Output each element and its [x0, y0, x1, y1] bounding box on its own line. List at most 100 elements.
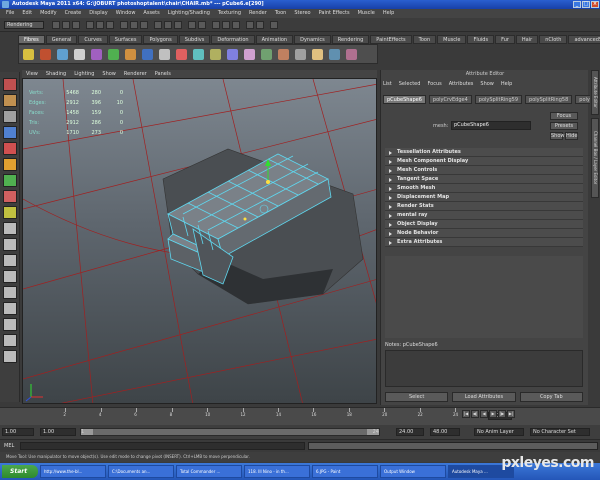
shelf-tool-icon[interactable] [210, 49, 221, 60]
ae-tab-pcubeshape6[interactable]: pCubeShape6 [383, 95, 426, 104]
menu-render[interactable]: Render [249, 9, 267, 18]
menu-lighting-shading[interactable]: Lighting/Shading [168, 9, 210, 18]
status-tool-icon[interactable] [174, 21, 182, 29]
status-tool-icon[interactable] [96, 21, 104, 29]
shelf-tab-general[interactable]: General [45, 35, 78, 44]
paint-select-icon[interactable] [3, 110, 17, 123]
status-tool-icon[interactable] [52, 21, 60, 29]
ae-tab-polysplitring58[interactable]: polySplitRing58 [525, 95, 573, 104]
select-button[interactable]: Select [385, 392, 449, 402]
anim-layer-dropdown[interactable]: No Anim Layer [474, 428, 524, 436]
status-tool-icon[interactable] [232, 21, 240, 29]
layout-four-icon[interactable] [3, 238, 17, 251]
layout-two-icon[interactable] [3, 254, 17, 267]
section-mesh-controls[interactable]: Mesh Controls [385, 166, 583, 175]
status-tool-icon[interactable] [86, 21, 94, 29]
presets-button[interactable]: Presets [550, 122, 578, 130]
shelf-tab-advancedskeleton[interactable]: advancedSkeleton [568, 35, 600, 44]
section-displacement-map[interactable]: Displacement Map [385, 193, 583, 202]
shelf-tab-curves[interactable]: Curves [78, 35, 108, 44]
viewport-menu-show[interactable]: Show [102, 70, 116, 78]
status-tool-icon[interactable] [72, 21, 80, 29]
soft-mod-icon[interactable] [3, 190, 17, 203]
shelf-tool-icon[interactable] [312, 49, 323, 60]
ae-menu-show[interactable]: Show [480, 80, 494, 88]
menu-create[interactable]: Create [65, 9, 82, 18]
viewport-menu-lighting[interactable]: Lighting [74, 70, 94, 78]
shelf-tab-polygons[interactable]: Polygons [143, 35, 178, 44]
shelf-tool-icon[interactable] [261, 49, 272, 60]
shelf-tool-icon[interactable] [295, 49, 306, 60]
shelf-tool-icon[interactable] [329, 49, 340, 60]
command-input[interactable] [20, 442, 305, 450]
play-back-icon[interactable]: ◀ [480, 410, 488, 418]
go-to-end-icon[interactable]: ▶| [507, 410, 515, 418]
taskbar-item-total-commander[interactable]: Total Commander ... [176, 465, 242, 478]
shelf-tool-icon[interactable] [57, 49, 68, 60]
shelf-tool-icon[interactable] [40, 49, 51, 60]
status-tool-icon[interactable] [154, 21, 162, 29]
ae-menu-help[interactable]: Help [501, 80, 512, 88]
playback-start-field[interactable]: 1.00 [40, 428, 76, 436]
shelf-tool-icon[interactable] [227, 49, 238, 60]
status-tool-icon[interactable] [62, 21, 70, 29]
section-mesh-component-display[interactable]: Mesh Component Display [385, 157, 583, 166]
shelf-tool-icon[interactable] [142, 49, 153, 60]
taskbar-item-c-documents-an[interactable]: C:\Documents an... [108, 465, 174, 478]
shelf-tab-fur[interactable]: Fur [495, 35, 515, 44]
shelf-tab-ncloth[interactable]: nCloth [539, 35, 568, 44]
shelf-tab-fibres[interactable]: Fibres [18, 35, 45, 44]
start-time-field[interactable]: 1.00 [2, 428, 34, 436]
layout-hypershade-icon[interactable] [3, 302, 17, 315]
section-mental-ray[interactable]: mental ray [385, 211, 583, 220]
shelf-tool-icon[interactable] [91, 49, 102, 60]
manipulator-icon[interactable] [3, 174, 17, 187]
layout-outliner-icon[interactable] [3, 270, 17, 283]
section-render-stats[interactable]: Render Stats [385, 202, 583, 211]
section-extra-attributes[interactable]: Extra Attributes [385, 238, 583, 247]
menu-muscle[interactable]: Muscle [358, 9, 375, 18]
play-forward-icon[interactable]: ▶ [489, 410, 497, 418]
status-tool-icon[interactable] [140, 21, 148, 29]
scale-tool-icon[interactable] [3, 158, 17, 171]
layout-custom-icon[interactable] [3, 350, 17, 363]
shelf-tab-rendering[interactable]: Rendering [331, 35, 370, 44]
menu-edit[interactable]: Edit [22, 9, 32, 18]
side-tab-channel-box[interactable]: Channel Box / Layer Editor [591, 118, 599, 198]
playback-end-field[interactable]: 24.00 [396, 428, 424, 436]
section-tangent-space[interactable]: Tangent Space [385, 175, 583, 184]
viewport-menu-renderer[interactable]: Renderer [124, 70, 147, 78]
close-icon[interactable]: × [591, 1, 599, 8]
side-tab-attribute-editor[interactable]: Attribute Editor [591, 70, 599, 115]
shelf-tab-hair[interactable]: Hair [515, 35, 539, 44]
status-tool-icon[interactable] [246, 21, 254, 29]
menu-paint-effects[interactable]: Paint Effects [319, 9, 350, 18]
status-tool-icon[interactable] [222, 21, 230, 29]
shelf-tab-dynamics[interactable]: Dynamics [294, 35, 331, 44]
range-start-handle[interactable]: 1 [81, 429, 93, 435]
shelf-tool-icon[interactable] [159, 49, 170, 60]
step-forward-icon[interactable]: |▶ [498, 410, 506, 418]
shelf-tool-icon[interactable] [23, 49, 34, 60]
notes-textarea[interactable] [385, 350, 583, 387]
mesh-name-field[interactable]: pCubeShape6 [451, 121, 531, 130]
menu-texturing[interactable]: Texturing [218, 9, 241, 18]
status-tool-icon[interactable] [270, 21, 278, 29]
viewport-menu-view[interactable]: View [26, 70, 38, 78]
character-set-dropdown[interactable]: No Character Set [530, 428, 590, 436]
menu-set-dropdown[interactable]: Rendering [4, 21, 44, 29]
status-tool-icon[interactable] [164, 21, 172, 29]
ae-menu-selected[interactable]: Selected [399, 80, 421, 88]
command-language-label[interactable]: MEL [4, 442, 14, 450]
shelf-tool-icon[interactable] [193, 49, 204, 60]
status-tool-icon[interactable] [130, 21, 138, 29]
show-button[interactable]: Show [550, 132, 565, 140]
layout-single-icon[interactable] [3, 222, 17, 235]
status-tool-icon[interactable] [188, 21, 196, 29]
viewport-menu-shading[interactable]: Shading [46, 70, 66, 78]
status-tool-icon[interactable] [212, 21, 220, 29]
section-tessellation-attributes[interactable]: Tessellation Attributes [385, 148, 583, 157]
last-tool-icon[interactable] [3, 206, 17, 219]
move-tool-icon[interactable] [3, 126, 17, 139]
shelf-tool-icon[interactable] [108, 49, 119, 60]
